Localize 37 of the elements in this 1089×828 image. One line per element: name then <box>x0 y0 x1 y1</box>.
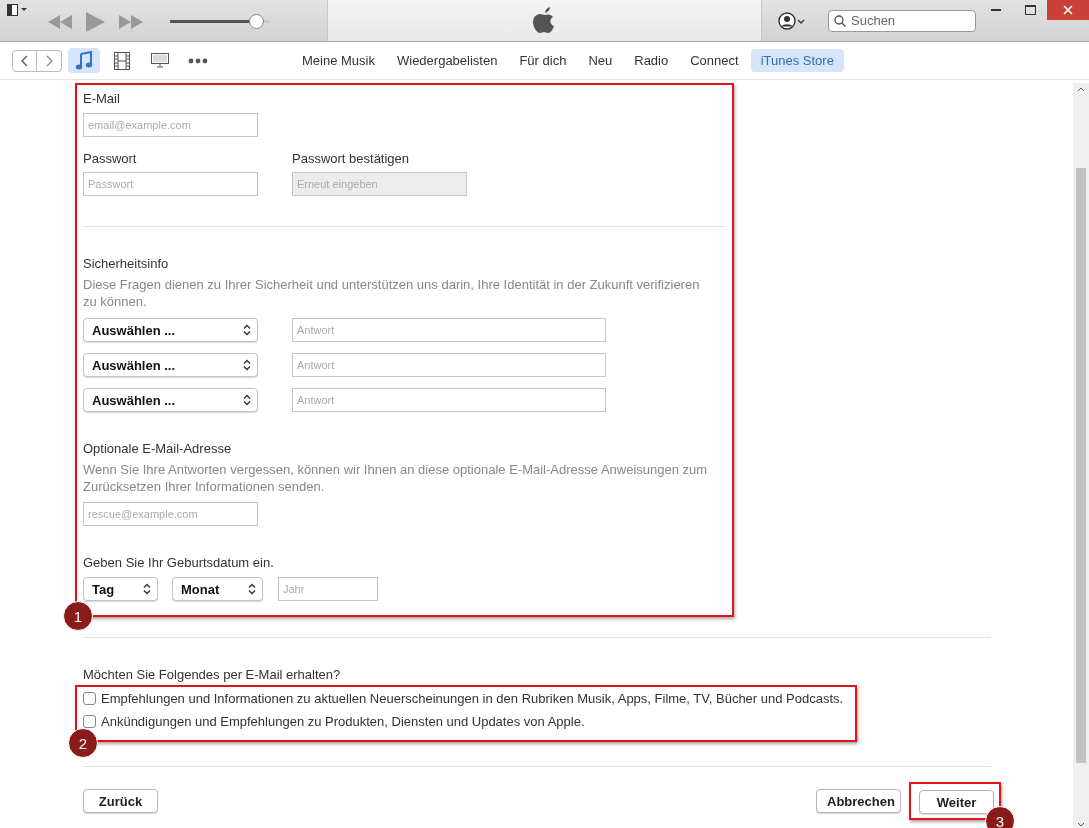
question-select[interactable]: Auswählen ... <box>83 388 258 412</box>
nav-tab[interactable]: Für dich <box>509 49 577 72</box>
answer-field[interactable]: Antwort <box>292 353 606 377</box>
year-field[interactable]: Jahr <box>278 577 378 601</box>
next-button[interactable]: Weiter <box>919 790 994 814</box>
section-description: Diese Fragen dienen zu Ihrer Sicherheit und unterstützen uns darin, Ihre Identität in der Zukunft verifizieren zu können. <box>83 276 701 310</box>
question-select[interactable]: Auswählen ... <box>83 353 258 377</box>
back-button[interactable]: Zurück <box>83 789 158 813</box>
section-title: Optionale E-Mail-Adresse <box>83 441 233 456</box>
question-text: Möchten Sie Folgendes per E-Mail erhalten? <box>83 667 342 682</box>
answer-field[interactable]: Antwort <box>292 388 606 412</box>
step-badge: 3 <box>985 806 1015 828</box>
checkbox-label: Empfehlungen und Informationen zu aktuellen Neuerscheinungen in den Rubriken Musik, Apps, Filme, TV, Bücher und Podcasts. <box>101 691 844 706</box>
step-badge: 1 <box>63 601 93 631</box>
field-label: Passwort <box>83 151 138 166</box>
nav-tab[interactable]: Meine Musik <box>292 49 385 72</box>
section-description: Wenn Sie Ihre Antworten vergessen, können wir Ihnen an diese optionale E-Mail-Adresse Anweisungen zum Zurücksetzen Ihrer Informationen senden. <box>83 461 709 495</box>
step-badge: 2 <box>68 728 98 758</box>
month-select[interactable]: Monat <box>172 577 263 601</box>
answer-field[interactable]: Antwort <box>292 318 606 342</box>
rescue-email-field[interactable]: rescue@example.com <box>83 502 258 526</box>
field-label: Passwort bestätigen <box>292 151 411 166</box>
question-select[interactable]: Auswählen ... <box>83 318 258 342</box>
checkbox-label: Ankündigungen und Empfehlungen zu Produkten, Diensten und Updates von Apple. <box>101 714 585 729</box>
cancel-button[interactable]: Abbrechen <box>816 789 901 813</box>
search-field[interactable]: Suchen <box>828 9 976 32</box>
nav-tab[interactable]: iTunes Store <box>750 49 844 72</box>
nav-tab[interactable]: Connect <box>680 49 749 72</box>
nav-tab[interactable]: Wiedergabelisten <box>386 49 508 72</box>
nav-tab[interactable]: Neu <box>578 49 623 72</box>
section-title: Sicherheitsinfo <box>83 256 170 271</box>
field-label: E-Mail <box>83 91 121 106</box>
password-field[interactable]: Passwort <box>83 172 258 196</box>
section-title: Geben Sie Ihr Geburtsdatum ein. <box>83 555 275 570</box>
day-select[interactable]: Tag <box>83 577 158 601</box>
email-field[interactable]: email@example.com <box>83 113 258 137</box>
nav-tab[interactable]: Radio <box>624 49 679 72</box>
